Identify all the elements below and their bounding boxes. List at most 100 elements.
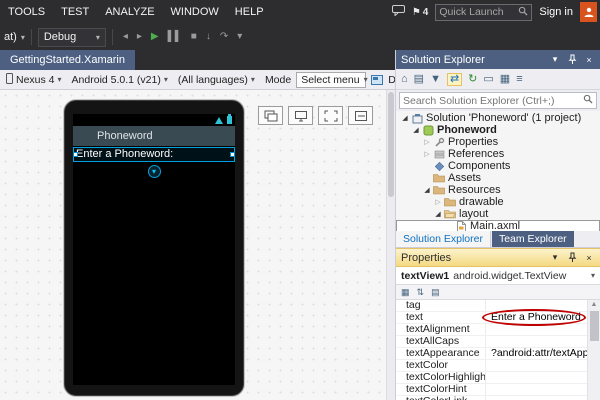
- folder-icon: [443, 197, 457, 207]
- sign-in-link[interactable]: Sign in: [539, 6, 573, 18]
- fit-to-window-button[interactable]: [318, 106, 343, 125]
- window-menu-icon[interactable]: ▾: [549, 54, 561, 66]
- start-debug-icon[interactable]: ▶: [151, 32, 159, 42]
- scrollbar-thumb[interactable]: [590, 311, 599, 341]
- tree-item-drawable[interactable]: ▷drawable: [396, 196, 600, 208]
- configuration-combo[interactable]: at) ▾: [4, 31, 25, 43]
- tree-item-resources[interactable]: ◢Resources: [396, 184, 600, 196]
- property-pages-icon[interactable]: ▤: [431, 288, 440, 297]
- property-value[interactable]: Enter a Phoneword:: [486, 312, 587, 323]
- app-title: Phoneword: [97, 130, 153, 142]
- tab-team-explorer[interactable]: Team Explorer: [492, 231, 574, 247]
- home-icon[interactable]: ⌂: [401, 74, 408, 85]
- property-value[interactable]: [486, 300, 587, 311]
- menu-item-window[interactable]: WINDOW: [163, 6, 227, 18]
- property-value[interactable]: [486, 360, 587, 371]
- scroll-up-icon[interactable]: ▲: [591, 300, 598, 310]
- design-surface[interactable]: Phoneword Enter a Phoneword: ▾: [0, 90, 386, 400]
- close-icon[interactable]: ×: [583, 54, 595, 66]
- step-into-icon[interactable]: ↓: [206, 32, 211, 42]
- textview-actions-handle[interactable]: ▾: [148, 165, 161, 178]
- feedback-icon[interactable]: [392, 5, 405, 19]
- tree-item-main-axml[interactable]: Main.axml: [396, 220, 600, 231]
- property-name: textColor: [396, 360, 486, 371]
- alphabetical-icon[interactable]: ⇅: [417, 288, 425, 297]
- window-menu-icon[interactable]: ▾: [549, 252, 561, 264]
- standard-toolbar: at) ▾ Debug ▾ ◂ ▸ ▶ ▌▌ ■ ↓ ↷ ▾: [0, 24, 600, 50]
- document-tab[interactable]: GettingStarted.Xamarin: [0, 50, 135, 70]
- property-value[interactable]: [486, 324, 587, 335]
- zoom-level-button[interactable]: [348, 106, 373, 125]
- navigate-forward-icon[interactable]: ▸: [137, 32, 142, 42]
- show-all-files-icon[interactable]: ▦: [500, 74, 510, 85]
- tab-solution-explorer[interactable]: Solution Explorer: [396, 231, 491, 247]
- menu-item-tools[interactable]: TOOLS: [0, 6, 53, 18]
- notifications-flag[interactable]: ⚑ 4: [412, 7, 429, 18]
- orientation-button[interactable]: [288, 106, 313, 125]
- tree-item-layout[interactable]: ◢layout: [396, 208, 600, 220]
- expander-expanded-icon[interactable]: ◢: [411, 126, 421, 134]
- property-value[interactable]: [486, 336, 587, 347]
- chevron-down-icon: ▾: [364, 75, 368, 84]
- break-all-icon[interactable]: ▌▌: [168, 32, 182, 42]
- node-label: Main.axml: [468, 220, 522, 231]
- device-frame-button[interactable]: [258, 106, 283, 125]
- expander-expanded-icon[interactable]: ◢: [422, 186, 432, 194]
- search-icon[interactable]: [583, 94, 593, 107]
- device-screen[interactable]: Phoneword Enter a Phoneword: ▾: [73, 114, 235, 385]
- device-selector[interactable]: Nexus 4 ▾: [6, 73, 62, 87]
- properties-scrollbar[interactable]: ▲: [587, 300, 600, 400]
- pin-icon[interactable]: [566, 54, 578, 66]
- pending-changes-filter-icon[interactable]: ▼: [430, 74, 441, 85]
- property-row-textColorLink: textColorLink: [396, 396, 587, 400]
- debug-target-combo[interactable]: Debug ▾: [38, 28, 106, 47]
- sync-with-active-document-icon[interactable]: ⇄: [447, 73, 462, 86]
- quick-launch-input[interactable]: [439, 6, 518, 18]
- quick-launch-box[interactable]: [435, 4, 532, 21]
- property-value[interactable]: [486, 372, 587, 383]
- solution-search-input[interactable]: [403, 95, 581, 107]
- menu-item-help[interactable]: HELP: [227, 6, 272, 18]
- menu-selector[interactable]: Select menu ▾: [296, 72, 366, 88]
- expander-collapsed-icon[interactable]: ▷: [433, 198, 443, 206]
- close-icon[interactable]: ×: [583, 252, 595, 264]
- tree-item-phoneword[interactable]: ◢Phoneword: [396, 124, 600, 136]
- main-menu: TOOLSTESTANALYZEWINDOWHELP: [0, 0, 272, 24]
- refresh-icon[interactable]: ↻: [468, 74, 477, 85]
- categorized-icon[interactable]: ▦: [401, 288, 410, 297]
- tree-item-references[interactable]: ▷References: [396, 148, 600, 160]
- theme-selector[interactable]: Default Theme: [388, 74, 395, 86]
- step-over-icon[interactable]: ↷: [220, 32, 228, 42]
- resize-handle-right[interactable]: [230, 152, 235, 157]
- android-version-selector[interactable]: Android 5.0.1 (v21) ▾: [72, 74, 168, 86]
- navigate-backward-icon[interactable]: ◂: [123, 32, 128, 42]
- expander-expanded-icon[interactable]: ◢: [433, 210, 443, 218]
- property-value[interactable]: [486, 384, 587, 395]
- properties-icon[interactable]: ≡: [516, 74, 522, 85]
- user-avatar-icon[interactable]: [580, 2, 597, 22]
- stop-debug-icon[interactable]: ■: [191, 32, 197, 42]
- solution-search-box[interactable]: [399, 92, 597, 109]
- property-value[interactable]: [486, 396, 587, 400]
- resize-handle-left[interactable]: [73, 152, 78, 157]
- expander-collapsed-icon[interactable]: ▷: [422, 138, 432, 146]
- scrollbar-thumb[interactable]: [388, 92, 394, 197]
- pin-icon[interactable]: [566, 252, 578, 264]
- property-row-textAppearance: textAppearance?android:attr/textAppeara: [396, 348, 587, 360]
- tree-item-solution-phoneword-1-project[interactable]: ◢Solution 'Phoneword' (1 project): [396, 112, 600, 124]
- selected-textview[interactable]: Enter a Phoneword:: [73, 147, 235, 162]
- expander-expanded-icon[interactable]: ◢: [400, 114, 410, 122]
- designer-vertical-scrollbar[interactable]: [386, 90, 395, 400]
- collapse-all-icon[interactable]: ▭: [483, 74, 493, 85]
- properties-object-selector[interactable]: textView1 android.widget.TextView ▾: [396, 267, 600, 285]
- tree-item-assets[interactable]: Assets: [396, 172, 600, 184]
- menu-item-analyze[interactable]: ANALYZE: [97, 6, 162, 18]
- switch-views-icon[interactable]: ▤: [414, 74, 424, 85]
- tree-item-components[interactable]: Components: [396, 160, 600, 172]
- property-value[interactable]: ?android:attr/textAppeara: [486, 348, 587, 359]
- tree-item-properties[interactable]: ▷Properties: [396, 136, 600, 148]
- toolbar-overflow-icon[interactable]: ▾: [237, 32, 242, 42]
- language-selector[interactable]: (All languages) ▾: [178, 74, 255, 86]
- expander-collapsed-icon[interactable]: ▷: [422, 150, 432, 158]
- menu-item-test[interactable]: TEST: [53, 6, 97, 18]
